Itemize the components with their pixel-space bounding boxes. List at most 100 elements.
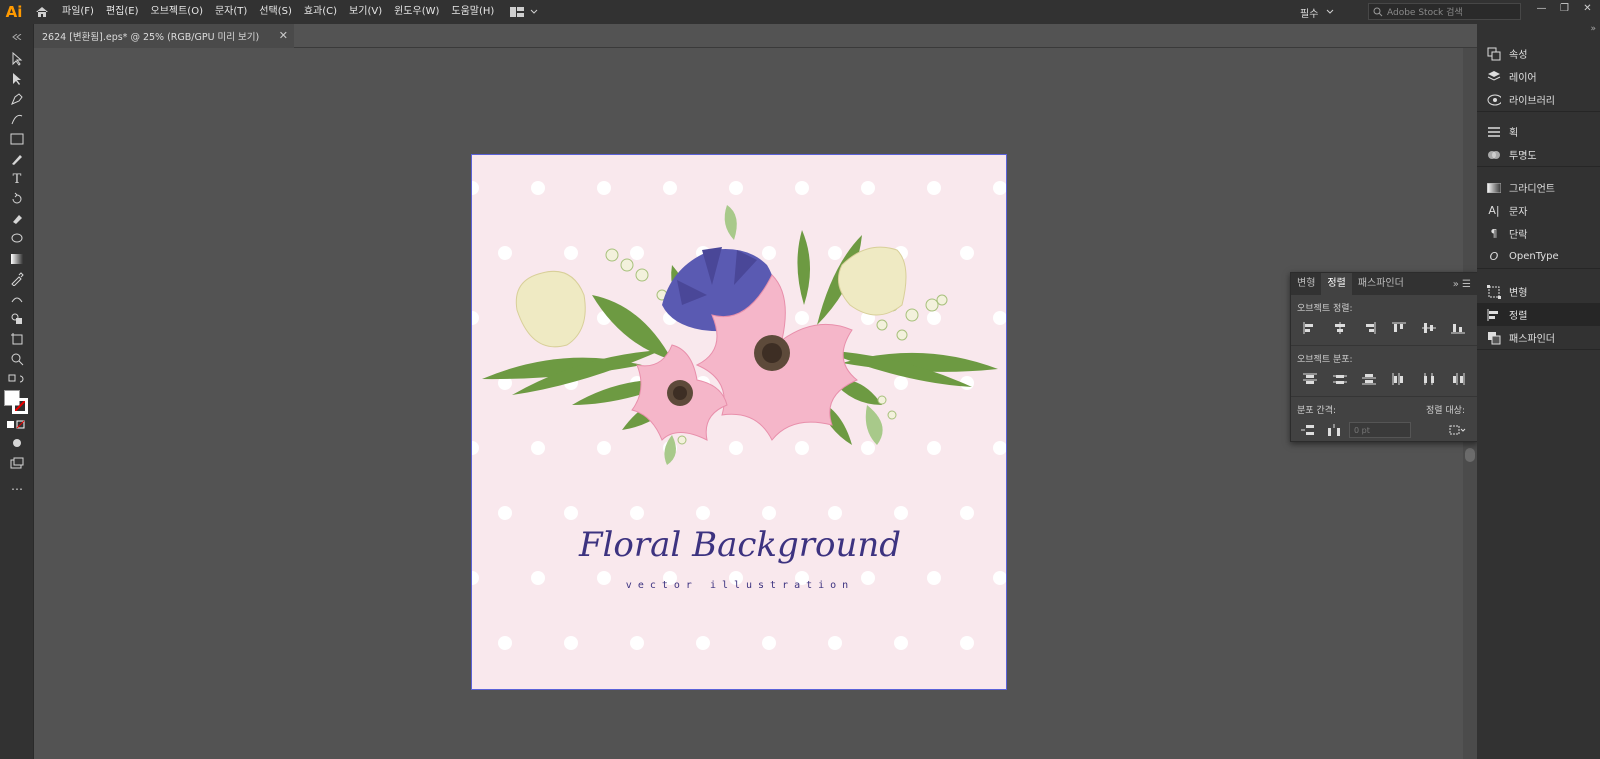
edit-toolbar-icon[interactable]: ⋯ (6, 480, 28, 498)
artboard-tool-icon[interactable] (6, 330, 28, 348)
artwork-title: Floral Background (578, 525, 902, 565)
lasso-tool-icon[interactable] (6, 230, 28, 248)
fill-stroke-swatches[interactable] (4, 390, 30, 416)
distribute-spacing-input[interactable]: 0 pt (1349, 422, 1411, 438)
menu-window[interactable]: 윈도우(W) (388, 0, 445, 24)
dock-item-label: 문자 (1509, 207, 1528, 218)
right-panel-dock: » 속성 레이어 라이브러리 획 투명도 그라디언트 A| 문자 ¶ 단락 O Ope… (1477, 24, 1600, 759)
dock-item-align[interactable]: 정렬 (1477, 303, 1600, 326)
dock-item-libraries[interactable]: 라이브러리 (1477, 88, 1600, 111)
direct-selection-tool-icon[interactable] (6, 70, 28, 88)
stroke-swatch[interactable] (12, 398, 28, 414)
distribute-bottom-icon[interactable] (1354, 370, 1384, 388)
type-tool-icon[interactable]: T (6, 170, 28, 188)
gradient-tool-icon[interactable] (6, 250, 28, 268)
close-icon[interactable]: ✕ (279, 29, 288, 42)
screen-mode-icon[interactable] (6, 454, 28, 472)
dock-item-paragraph[interactable]: ¶ 단락 (1477, 222, 1600, 245)
zoom-tool-icon[interactable] (6, 350, 28, 368)
menu-view[interactable]: 보기(V) (343, 0, 388, 24)
tab-transform[interactable]: 변형 (1291, 273, 1321, 295)
dock-item-label: 패스파인더 (1509, 334, 1555, 345)
restore-icon[interactable]: ❐ (1553, 0, 1576, 16)
properties-icon (1487, 47, 1501, 61)
dock-item-label: 라이브러리 (1509, 96, 1555, 107)
app-logo: Ai (5, 3, 23, 21)
canvas-area[interactable]: Floral Background vector illustration (34, 48, 1484, 759)
expand-panels-icon[interactable]: » (1477, 24, 1600, 38)
menu-edit[interactable]: 편집(E) (100, 0, 145, 24)
menu-effect[interactable]: 효과(C) (298, 0, 343, 24)
character-icon: A| (1488, 204, 1500, 217)
align-left-icon[interactable] (1295, 319, 1325, 337)
scrollbar-thumb[interactable] (1465, 448, 1475, 462)
pen-tool-icon[interactable] (6, 90, 28, 108)
menu-help[interactable]: 도움말(H) (445, 0, 500, 24)
pathfinder-icon (1487, 331, 1501, 345)
shape-builder-tool-icon[interactable] (6, 310, 28, 328)
dock-item-transparency[interactable]: 투명도 (1477, 143, 1600, 166)
swap-colors-icon[interactable] (6, 370, 28, 388)
align-to-dropdown-icon[interactable] (1445, 421, 1471, 439)
eyedropper-tool-icon[interactable] (6, 270, 28, 288)
drawing-mode-icon[interactable] (6, 434, 28, 452)
dock-item-character[interactable]: A| 문자 (1477, 199, 1600, 222)
menu-object[interactable]: 오브젝트(O) (145, 0, 209, 24)
home-icon[interactable] (28, 0, 56, 24)
distribute-left-icon[interactable] (1384, 370, 1414, 388)
horizontal-distribute-space-icon[interactable] (1323, 421, 1345, 439)
align-vertical-center-icon[interactable] (1414, 319, 1444, 337)
distribute-vertical-center-icon[interactable] (1325, 370, 1355, 388)
align-icon (1487, 308, 1501, 322)
dock-item-pathfinder[interactable]: 패스파인더 (1477, 326, 1600, 349)
panel-menu-icon[interactable]: » ☰ (1453, 279, 1477, 290)
paintbrush-tool-icon[interactable] (6, 150, 28, 168)
document-tab-bar: 2624 [변환됨].eps* @ 25% (RGB/GPU 미리 보기) ✕ (34, 24, 1500, 48)
minimize-icon[interactable]: — (1530, 0, 1553, 16)
curvature-tool-icon[interactable] (6, 110, 28, 128)
search-placeholder: Adobe Stock 검색 (1387, 8, 1463, 18)
close-icon[interactable]: ✕ (1576, 0, 1599, 16)
align-bottom-icon[interactable] (1443, 319, 1473, 337)
dock-item-label: 레이어 (1509, 73, 1537, 84)
menu-file[interactable]: 파일(F) (56, 0, 100, 24)
dock-item-transform[interactable]: 변형 (1477, 280, 1600, 303)
distribute-spacing-label: 분포 간격: (1297, 406, 1337, 416)
rectangle-tool-icon[interactable] (6, 130, 28, 148)
rotate-tool-icon[interactable] (6, 190, 28, 208)
dock-item-layers[interactable]: 레이어 (1477, 65, 1600, 88)
align-to-label: 정렬 대상: (1425, 406, 1465, 416)
dock-item-label: 획 (1509, 128, 1519, 139)
menu-select[interactable]: 선택(S) (253, 0, 298, 24)
dock-item-stroke[interactable]: 획 (1477, 120, 1600, 143)
distribute-horizontal-center-icon[interactable] (1414, 370, 1444, 388)
workspace-preset-dropdown[interactable]: 필수 (1300, 0, 1334, 24)
dock-group-2: 획 투명도 (1477, 120, 1600, 167)
document-tab[interactable]: 2624 [변환됨].eps* @ 25% (RGB/GPU 미리 보기) ✕ (34, 24, 294, 48)
dock-group-3: 그라디언트 A| 문자 ¶ 단락 O OpenType (1477, 176, 1600, 269)
puppet-warp-tool-icon[interactable] (6, 290, 28, 308)
distribute-top-icon[interactable] (1295, 370, 1325, 388)
vertical-distribute-space-icon[interactable] (1297, 421, 1319, 439)
menu-type[interactable]: 문자(T) (209, 0, 253, 24)
selection-tool-icon[interactable] (6, 50, 28, 68)
eraser-tool-icon[interactable] (6, 210, 28, 228)
align-right-icon[interactable] (1354, 319, 1384, 337)
artboard[interactable]: Floral Background vector illustration (471, 154, 1007, 690)
collapse-toolbar-icon[interactable] (6, 28, 28, 46)
adobe-stock-search[interactable]: Adobe Stock 검색 (1368, 3, 1521, 20)
stroke-icon (1487, 125, 1501, 139)
workspace-switcher-button[interactable] (510, 7, 538, 17)
tab-pathfinder[interactable]: 패스파인더 (1352, 273, 1410, 295)
color-mode-icons[interactable] (6, 416, 28, 434)
chevron-down-icon (1327, 9, 1334, 14)
workspace-preset-label: 필수 (1300, 8, 1319, 20)
distribute-right-icon[interactable] (1443, 370, 1473, 388)
tab-align[interactable]: 정렬 (1321, 273, 1352, 295)
dock-item-properties[interactable]: 속성 (1477, 42, 1600, 65)
dock-item-opentype[interactable]: O OpenType (1477, 245, 1600, 268)
align-horizontal-center-icon[interactable] (1325, 319, 1355, 337)
dock-item-gradient[interactable]: 그라디언트 (1477, 176, 1600, 199)
align-top-icon[interactable] (1384, 319, 1414, 337)
dock-group-4: 변형 정렬 패스파인더 (1477, 280, 1600, 350)
